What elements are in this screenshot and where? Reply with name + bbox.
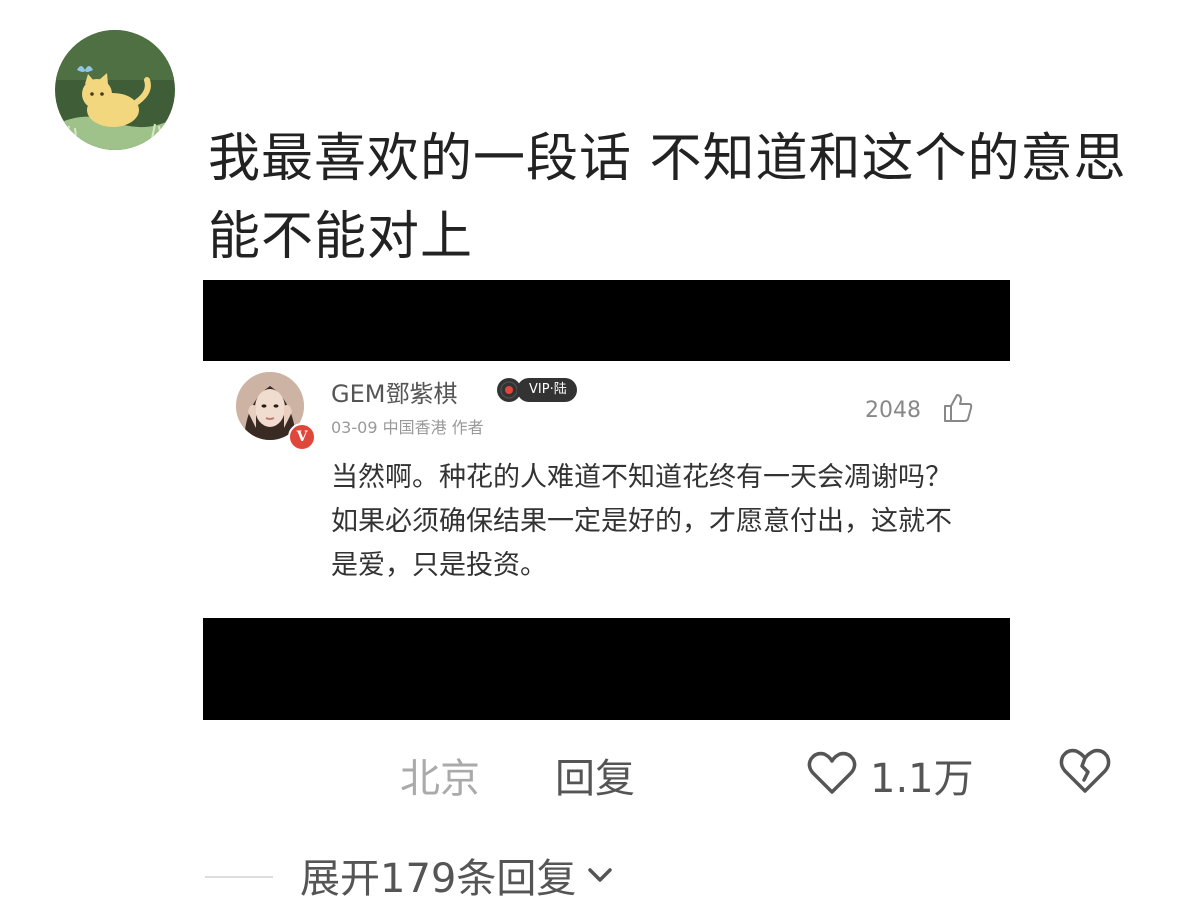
cat-butterfly-avatar-image — [55, 30, 175, 150]
quoted-author-name: GEM鄧紫棋 — [331, 380, 458, 408]
redaction-bar-bottom — [203, 618, 1010, 720]
expand-replies-label: 展开179条回复 — [300, 856, 577, 902]
comment-text: 我最喜欢的一段话 不知道和这个的意思能不能对上 — [208, 129, 1127, 267]
verified-badge: V — [288, 423, 316, 451]
like-count: 1.1万 — [870, 756, 974, 802]
chevron-down-icon — [588, 868, 613, 882]
thumbs-up-icon — [944, 394, 973, 422]
reply-button[interactable]: 回复 — [555, 746, 635, 804]
expand-replies-button[interactable]: 展开179条回复 — [300, 846, 616, 904]
user-avatar[interactable] — [55, 30, 175, 150]
quoted-like-count: 2048 — [865, 398, 921, 423]
divider-line — [205, 876, 273, 878]
quoted-screenshot: V GEM鄧紫棋 VIP·陆 03-09 中国香港 作者 2048 当然啊。种花… — [203, 280, 1010, 720]
comment-location: 北京 — [400, 756, 480, 802]
heart-icon[interactable] — [807, 750, 857, 796]
redaction-bar-top — [203, 280, 1010, 361]
broken-heart-icon[interactable] — [1058, 746, 1112, 796]
quoted-meta: 03-09 中国香港 作者 — [331, 418, 484, 437]
vip-badge: VIP·陆 — [517, 378, 577, 402]
quoted-body-text: 当然啊。种花的人难道不知道花终有一天会凋谢吗？如果必须确保结果一定是好的，才愿意… — [331, 462, 952, 581]
